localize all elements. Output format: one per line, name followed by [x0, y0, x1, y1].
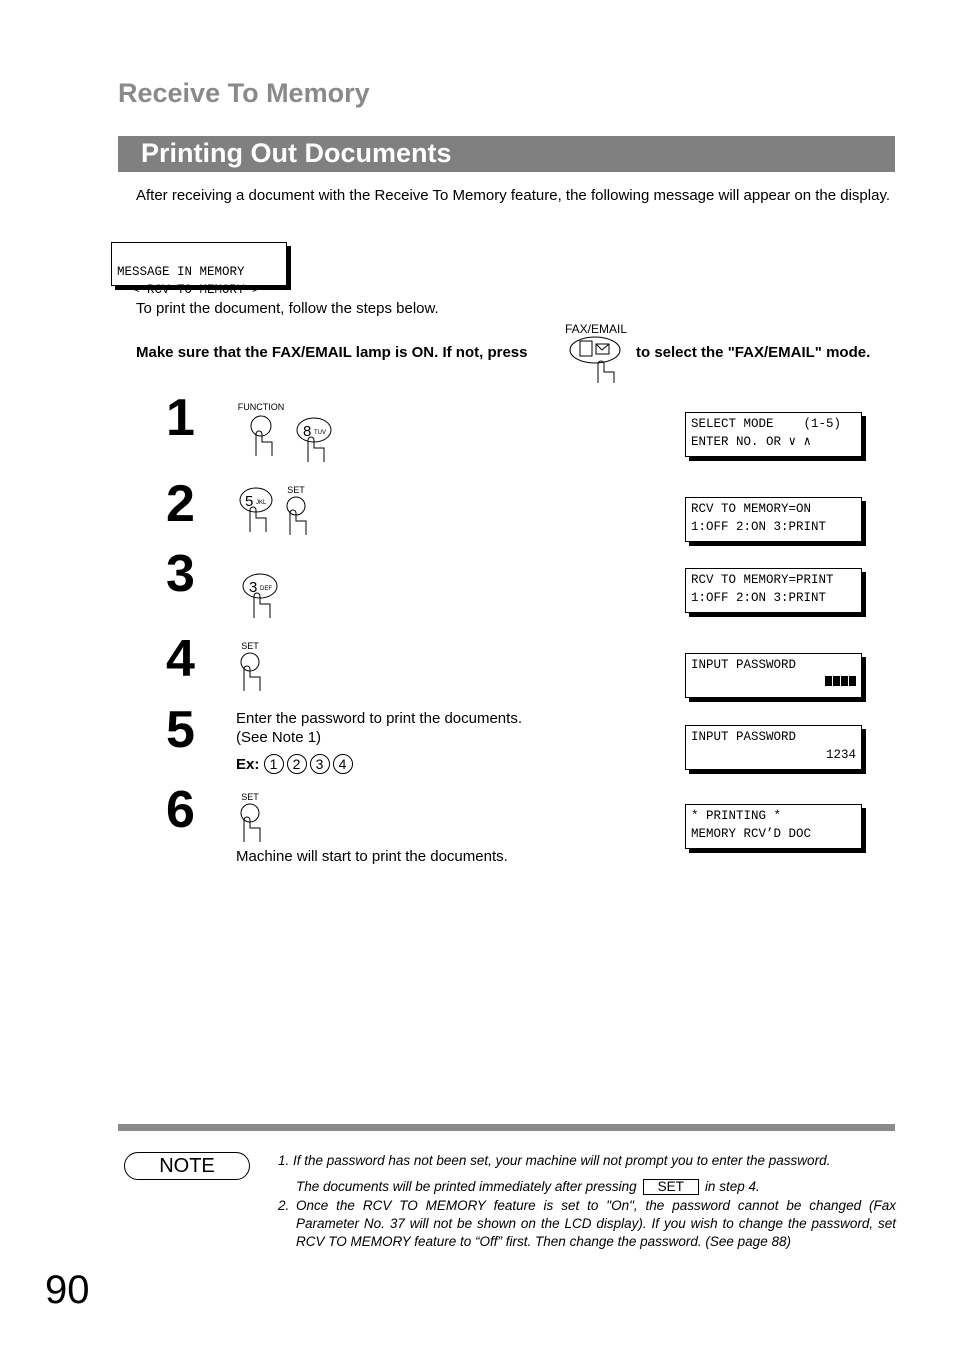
title-bar: Printing Out Documents [118, 136, 895, 172]
finger-press-icon [286, 496, 307, 535]
keypad-5-icon: 5 JKL [239, 487, 273, 532]
lcd-line: MEMORY RCV’D DOC [691, 827, 812, 841]
lamp-instruction: Make sure that the FAX/EMAIL lamp is ON.… [136, 344, 528, 361]
page-title: Printing Out Documents [141, 138, 452, 168]
intro-text: After receiving a document with the Rece… [136, 187, 890, 204]
password-example: Ex: 1234 [236, 754, 356, 774]
lcd-step-5: INPUT PASSWORD 1234 [685, 725, 862, 770]
svg-text:DEF: DEF [260, 586, 272, 592]
lamp-instruction-end: to select the "FAX/EMAIL" mode. [636, 344, 871, 361]
finger-press-icon [240, 803, 261, 842]
lcd-step-1: SELECT MODE (1-5) ENTER NO. OR ∨ ∧ [685, 412, 862, 457]
step-number: 2 [166, 475, 195, 533]
note-text: Once the RCV TO MEMORY feature is set to… [296, 1198, 896, 1249]
step-5-note-ref: (See Note 1) [236, 729, 322, 746]
lcd-line: < RCV TO MEMORY > [117, 283, 260, 297]
note-text: in step 4. [704, 1179, 760, 1194]
note-text: The documents will be printed immediatel… [296, 1179, 637, 1194]
finger-press-icon [250, 415, 273, 456]
set-key-inline: SET [642, 1179, 699, 1195]
lcd-line: 1:OFF 2:ON 3:PRINT [691, 520, 827, 534]
lcd-line: SELECT MODE (1-5) [691, 417, 842, 431]
lcd-line: RCV TO MEMORY=ON [691, 502, 812, 516]
set-key-label: SET [287, 485, 305, 495]
key-8[interactable]: 8 TUV [294, 416, 334, 467]
lcd-step-6: * PRINTING * MEMORY RCV’D DOC [685, 804, 862, 849]
note-number: 2. [278, 1198, 290, 1213]
finger-press-icon [240, 652, 261, 691]
lcd-line: MESSAGE IN MEMORY [117, 265, 245, 279]
lcd-line: ENTER NO. OR ∨ ∧ [691, 435, 812, 449]
function-key[interactable]: FUNCTION [236, 402, 286, 461]
step-number: 1 [166, 389, 195, 447]
set-key[interactable]: SET [236, 792, 270, 847]
section-heading: Receive To Memory [118, 78, 370, 108]
password-mask [691, 674, 856, 692]
step-number: 4 [166, 630, 195, 688]
step-6-text: Machine will start to print the document… [236, 848, 508, 865]
lcd-step-3: RCV TO MEMORY=PRINT 1:OFF 2:ON 3:PRINT [685, 568, 862, 613]
note-2: 2. Once the RCV TO MEMORY feature is set … [278, 1197, 896, 1251]
key-3-icon: 3 [309, 754, 330, 774]
set-key[interactable]: SET [236, 641, 270, 696]
key-3[interactable]: 3 DEF [240, 572, 280, 623]
ex-label: Ex: [236, 756, 260, 773]
follow-text: To print the document, follow the steps … [136, 300, 439, 317]
keypad-3-icon: 3 DEF [242, 573, 278, 618]
keypad-8-icon: 8 TUV [296, 417, 332, 462]
svg-text:JKL: JKL [256, 500, 267, 506]
manual-page: Receive To Memory Printing Out Documents… [0, 0, 954, 1351]
fax-email-key[interactable] [568, 336, 624, 384]
lcd-line: * PRINTING * [691, 809, 782, 823]
note-number: 1. [278, 1153, 290, 1168]
note-text: If the password has not been set, your m… [293, 1153, 831, 1168]
note-1: 1. If the password has not been set, you… [278, 1152, 896, 1170]
fax-email-button-icon [569, 336, 621, 383]
lcd-initial: MESSAGE IN MEMORY < RCV TO MEMORY > [111, 242, 287, 297]
note-1-sub: The documents will be printed immediatel… [296, 1178, 896, 1196]
key-2-icon: 2 [286, 754, 307, 774]
page-number: 90 [45, 1268, 90, 1312]
key-4-icon: 4 [332, 754, 353, 774]
lcd-step-2: RCV TO MEMORY=ON 1:OFF 2:ON 3:PRINT [685, 497, 862, 542]
step-number: 3 [166, 545, 195, 603]
lcd-line: 1:OFF 2:ON 3:PRINT [691, 591, 827, 605]
set-key-label: SET [241, 641, 259, 651]
key-1-icon: 1 [263, 754, 284, 774]
lcd-line: RCV TO MEMORY=PRINT [691, 573, 834, 587]
svg-text:TUV: TUV [314, 430, 326, 436]
step-5-text: Enter the password to print the document… [236, 710, 522, 727]
function-key-label: FUNCTION [237, 402, 285, 412]
set-key[interactable]: SET [282, 485, 316, 540]
note-label: NOTE [124, 1152, 250, 1180]
lcd-line: INPUT PASSWORD [691, 730, 797, 744]
lcd-line: INPUT PASSWORD [691, 658, 797, 672]
step-number: 5 [166, 701, 195, 759]
lcd-line: 1234 [825, 748, 856, 762]
set-key-label: SET [241, 792, 259, 802]
fax-email-key-label: FAX/EMAIL [565, 322, 628, 336]
lcd-step-4: INPUT PASSWORD [685, 653, 862, 698]
key-5[interactable]: 5 JKL [236, 486, 276, 537]
step-number: 6 [166, 781, 195, 839]
note-divider [118, 1124, 895, 1131]
